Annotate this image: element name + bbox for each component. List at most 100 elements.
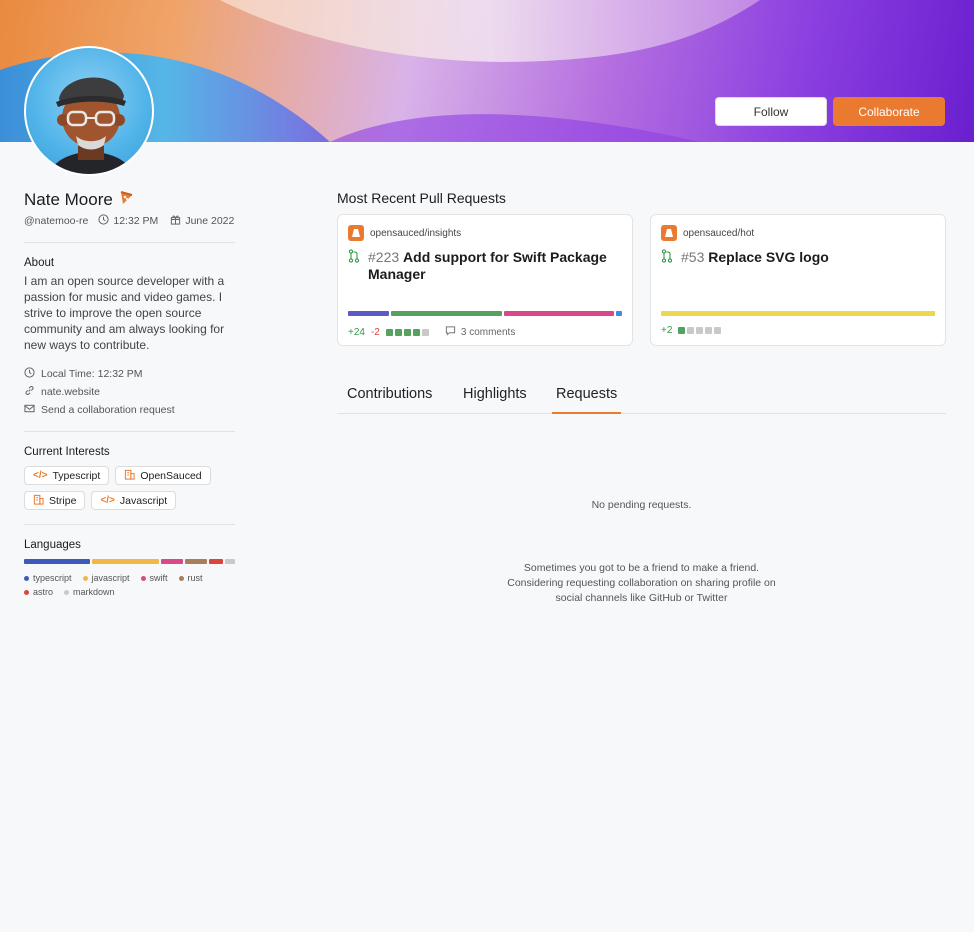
local-time: Local Time: 12:32 PM bbox=[41, 368, 143, 380]
language-name: javascript bbox=[91, 573, 130, 583]
pr-number: #53 bbox=[681, 249, 705, 265]
language-segment bbox=[184, 559, 207, 564]
pr-change-square bbox=[421, 328, 429, 336]
pr-change-square bbox=[678, 327, 686, 334]
gift-icon bbox=[170, 214, 181, 228]
language-dot bbox=[64, 589, 70, 595]
pr-change-square bbox=[705, 327, 713, 334]
language-dot bbox=[178, 575, 184, 581]
language-dot bbox=[140, 575, 146, 581]
pr-change-square bbox=[696, 327, 704, 334]
building-icon bbox=[124, 469, 135, 483]
collab-request-text: Send a collaboration request bbox=[41, 404, 175, 416]
joined-date: June 2022 bbox=[185, 215, 235, 227]
language-segment bbox=[24, 559, 91, 564]
pr-change-square bbox=[385, 328, 393, 336]
language-segment bbox=[208, 559, 223, 564]
about-text: I am an open source developer with a pas… bbox=[24, 274, 225, 352]
pr-file-bar bbox=[348, 311, 622, 316]
language-dot bbox=[24, 575, 29, 581]
pr-title[interactable]: Replace SVG logo bbox=[708, 249, 829, 265]
pr-comments: 3 comments bbox=[460, 326, 516, 338]
collab-request-link[interactable]: Send a collaboration request bbox=[24, 403, 235, 417]
website-text: nate.website bbox=[41, 386, 100, 398]
repo-logo-icon bbox=[348, 225, 364, 241]
interest-chips: </> Typescript OpenSauced Stripe </> Jav… bbox=[24, 466, 235, 510]
pr-additions: +2 bbox=[661, 325, 673, 336]
interest-chip[interactable]: Stripe bbox=[24, 491, 86, 510]
language-legend-item: javascript bbox=[82, 573, 130, 583]
pr-bar-segment bbox=[391, 311, 502, 316]
tab-highlights[interactable]: Highlights bbox=[463, 386, 527, 414]
username: @natemoo-re bbox=[24, 215, 89, 227]
language-segment bbox=[92, 559, 159, 564]
tab-contributions[interactable]: Contributions bbox=[347, 386, 432, 414]
tab-requests[interactable]: Requests bbox=[552, 386, 622, 414]
pr-change-square bbox=[394, 328, 402, 336]
language-name: rust bbox=[187, 573, 203, 583]
pull-request-card[interactable]: opensauced/insights #223 Add support for… bbox=[337, 214, 633, 346]
clock-icon bbox=[98, 214, 109, 228]
interest-label: OpenSauced bbox=[140, 469, 202, 482]
follow-button[interactable]: Follow bbox=[715, 97, 827, 126]
repo-name: opensauced/insights bbox=[370, 227, 462, 239]
language-name: markdown bbox=[73, 587, 115, 597]
pr-title[interactable]: Add support for Swift Package Manager bbox=[368, 249, 607, 282]
repo-logo-icon bbox=[661, 225, 677, 241]
profile-sidebar: Nate Moore @natemoo-re 12:32 PM June 202… bbox=[24, 190, 235, 597]
pr-additions: +24 bbox=[348, 326, 365, 338]
pr-change-squares bbox=[385, 328, 429, 336]
pull-requests-title: Most Recent Pull Requests bbox=[337, 190, 506, 206]
languages-bar bbox=[24, 559, 235, 564]
interest-label: Typescript bbox=[52, 469, 101, 482]
pull-request-icon bbox=[348, 249, 360, 283]
code-icon: </> bbox=[33, 470, 48, 481]
empty-state-hint-text: Sometimes you got to be a friend to make… bbox=[507, 562, 776, 604]
language-legend-item: typescript bbox=[24, 573, 72, 583]
website-link[interactable]: nate.website bbox=[24, 385, 235, 399]
main-content: Most Recent Pull Requests opensauced/ins… bbox=[337, 190, 946, 346]
repo-name: opensauced/hot bbox=[683, 227, 755, 239]
interest-chip[interactable]: </> Typescript bbox=[24, 466, 110, 485]
language-segment bbox=[224, 559, 235, 564]
empty-state-text: No pending requests. bbox=[591, 499, 692, 511]
languages-title: Languages bbox=[24, 539, 81, 551]
profile-name: Nate Moore bbox=[24, 190, 113, 209]
interests-title: Current Interests bbox=[24, 446, 110, 458]
interest-label: Stripe bbox=[49, 494, 77, 507]
clock-icon bbox=[24, 367, 35, 381]
avatar bbox=[24, 46, 154, 176]
language-name: typescript bbox=[33, 573, 72, 583]
pr-change-square bbox=[687, 327, 695, 334]
pr-change-squares bbox=[678, 327, 722, 334]
pizza-icon bbox=[119, 190, 133, 210]
language-legend-item: swift bbox=[140, 573, 168, 583]
link-icon bbox=[24, 385, 35, 399]
pr-number: #223 bbox=[368, 249, 400, 265]
pr-change-square bbox=[403, 328, 411, 336]
pull-request-icon bbox=[661, 249, 673, 267]
interest-chip[interactable]: </> Javascript bbox=[91, 491, 177, 510]
language-legend-item: markdown bbox=[64, 587, 115, 597]
profile-time: 12:32 PM bbox=[113, 215, 159, 227]
pull-request-card[interactable]: opensauced/hot #53 Replace SVG logo +2 bbox=[650, 214, 946, 346]
pr-bar-segment bbox=[348, 311, 390, 316]
about-title: About bbox=[24, 257, 55, 269]
interest-chip[interactable]: OpenSauced bbox=[115, 466, 211, 485]
language-legend-item: astro bbox=[24, 587, 53, 597]
language-dot bbox=[24, 589, 29, 595]
pr-bar-segment bbox=[661, 311, 935, 316]
divider bbox=[24, 242, 235, 243]
building-icon bbox=[33, 494, 44, 508]
pr-file-bar bbox=[661, 311, 935, 316]
pr-bar-segment bbox=[503, 311, 615, 316]
empty-state-hint: Sometimes you got to be a friend to make… bbox=[337, 561, 946, 606]
language-dot bbox=[82, 575, 88, 581]
language-name: swift bbox=[149, 573, 168, 583]
collaborate-button[interactable]: Collaborate bbox=[833, 97, 945, 126]
languages-legend: typescript javascript swift rust astro markdo… bbox=[24, 573, 235, 597]
mail-icon bbox=[24, 403, 35, 417]
language-segment bbox=[160, 559, 183, 564]
comment-icon bbox=[445, 325, 456, 339]
profile-tabs: Contributions Highlights Requests bbox=[337, 378, 946, 414]
